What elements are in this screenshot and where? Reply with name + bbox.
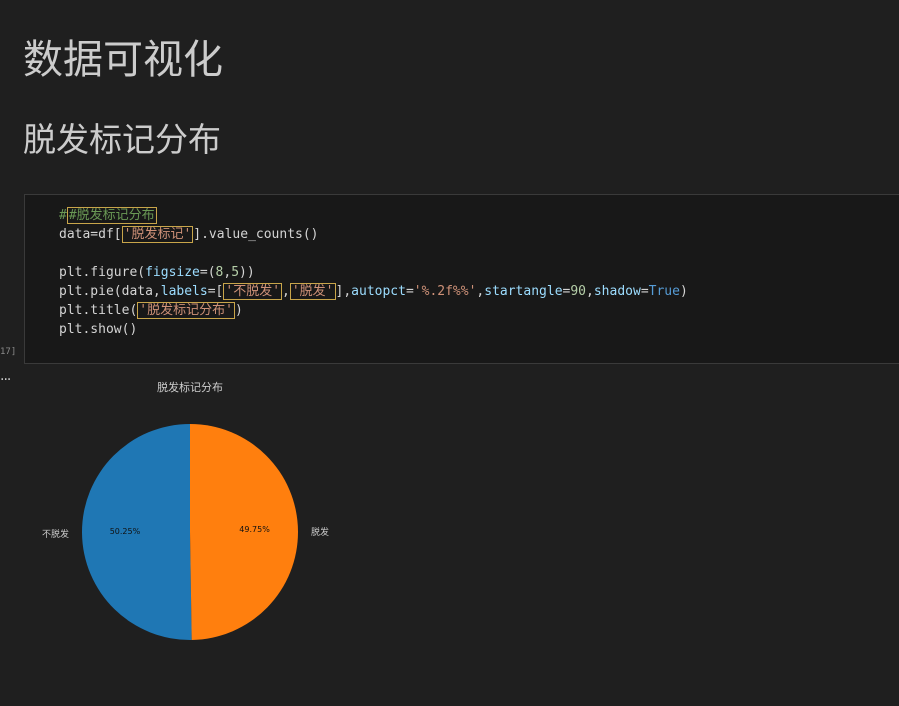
code-string: '不脱发' xyxy=(223,283,283,300)
code-comment: # #脱发标记分布 xyxy=(59,207,157,224)
code-param: figsize xyxy=(145,265,200,280)
code-token: plt.title( xyxy=(59,303,138,318)
code-token: data=df[ xyxy=(59,227,122,242)
code-string: '脱发标记' xyxy=(121,226,194,243)
notebook-page: 数据可视化 脱发标记分布 17] # #脱发标记分布 data=df['脱发标记'… xyxy=(0,0,899,706)
pie-pct-label-0: 50.25% xyxy=(109,526,141,536)
code-string: '脱发标记分布' xyxy=(137,302,235,319)
code-comment-text: #脱发标记分布 xyxy=(66,207,157,224)
code-number: 5 xyxy=(231,265,240,280)
code-editor[interactable]: # #脱发标记分布 data=df['脱发标记'].value_counts() … xyxy=(59,206,688,339)
code-string: '脱发' xyxy=(289,283,336,300)
markdown-heading-1: 数据可视化 xyxy=(23,37,223,83)
code-param: labels xyxy=(160,284,208,299)
code-param: startangle xyxy=(484,284,563,299)
code-number: 90 xyxy=(570,284,587,299)
code-token: plt.figure( xyxy=(59,265,146,280)
code-token: plt.show() xyxy=(59,322,138,337)
code-keyword: True xyxy=(648,284,680,299)
pie-label-1: 脱发 xyxy=(310,528,329,539)
pie-label-0: 不脱发 xyxy=(42,529,70,540)
code-param: shadow xyxy=(593,284,641,299)
code-token: ].value_counts() xyxy=(193,227,319,242)
code-token: plt.pie(data, xyxy=(59,284,161,299)
code-param: autopct xyxy=(351,284,406,299)
code-string: '%.2f%%' xyxy=(413,284,477,299)
pie-pct-label-1: 49.75% xyxy=(239,525,270,535)
markdown-heading-2: 脱发标记分布 xyxy=(23,120,221,159)
execution-count: 17] xyxy=(0,347,17,357)
